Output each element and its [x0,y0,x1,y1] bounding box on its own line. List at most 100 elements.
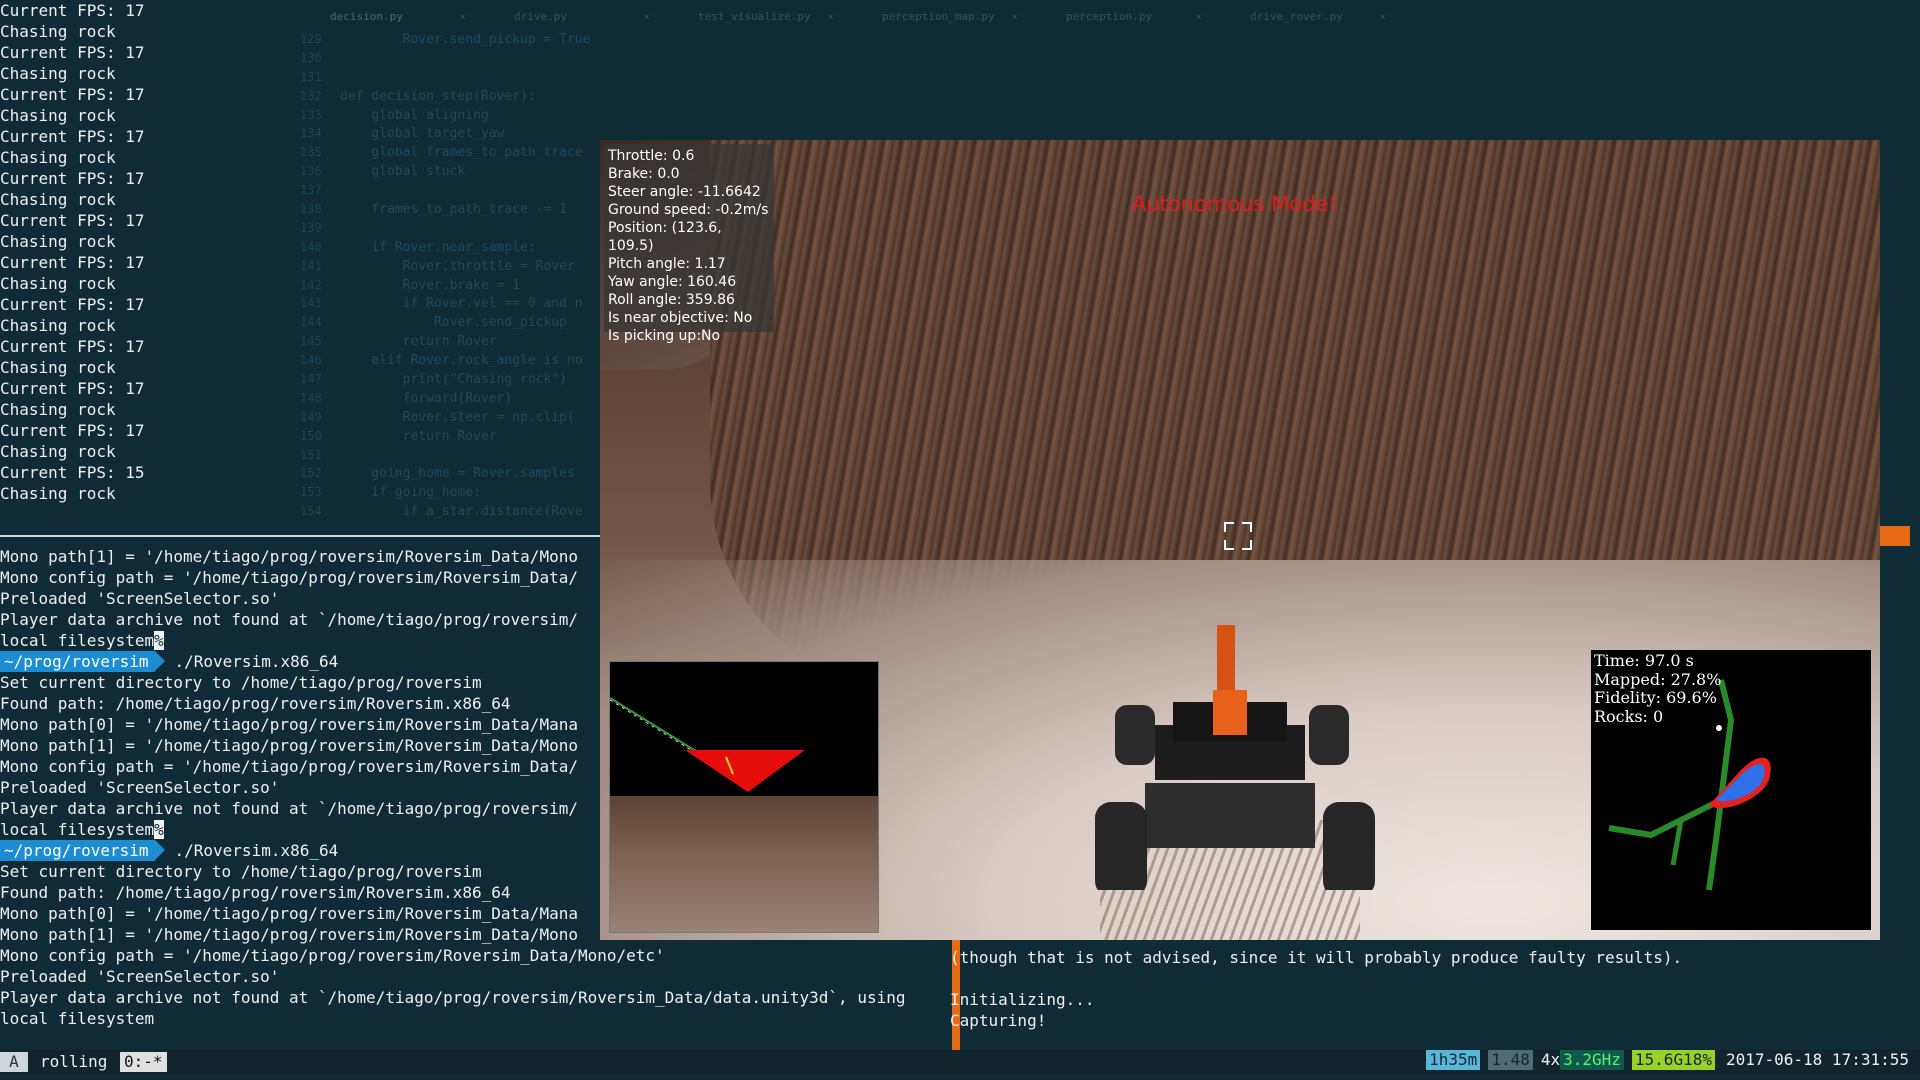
memory-badge: 15.6G18% [1631,1050,1715,1070]
terminal-line: Current FPS: 17 [0,421,145,440]
percent-marker: % [154,631,164,650]
terminal-line: Preloaded 'ScreenSelector.so' [0,967,280,986]
tab-label: perception_map.py [882,10,995,23]
warped-view [609,662,878,796]
uptime-badge: 1h35m [1426,1050,1481,1070]
close-icon[interactable]: × [827,10,834,23]
terminal-line: Current FPS: 17 [0,1,145,20]
map-stats: Time: 97.0 s Mapped: 27.8% Fidelity: 69.… [1594,651,1722,726]
terminal-line: Chasing rock [0,400,116,419]
terminal-line: Chasing rock [0,358,116,377]
terminal-line: Chasing rock [0,232,116,251]
terminal-line: Current FPS: 17 [0,127,145,146]
prompt-command: ./Roversim.x86_64 [174,841,339,860]
wheel-rear-right [1309,705,1349,765]
terminal-line: Current FPS: 17 [0,253,145,272]
terminal-line: Chasing rock [0,64,116,83]
near-objective-readout: Is near objective: No [608,310,753,326]
terminal-line: Chasing rock [0,442,116,461]
terminal-line: Chasing rock [0,22,116,41]
tmux-status-bar: A rolling 0:-* 1h35m 1.48 4x 3.2GHz 15.6… [0,1050,1920,1074]
terminal-top-output[interactable]: Current FPS: 17 Chasing rock Current FPS: … [0,0,600,535]
close-icon[interactable]: × [1195,10,1202,23]
terminal-line: Chasing rock [0,106,116,125]
terminal-line: Capturing! [950,1011,1047,1030]
perception-camera-view [609,661,879,933]
time-stat: Time: 97.0 s [1594,651,1694,670]
terminal-line: Current FPS: 17 [0,169,145,188]
terminal-line: Current FPS: 17 [0,85,145,104]
tab-drive-rover-py[interactable]: drive_rover.py × [1220,8,1404,28]
steer-readout: Steer angle: -11.6642 [608,184,761,200]
cpu-freq-badge: 3.2GHz [1560,1050,1624,1070]
scroll-marker [1880,526,1910,546]
pitch-readout: Pitch angle: 1.17 [608,256,726,272]
tab-test-visualize-py[interactable]: test_visualize.py × [668,8,852,28]
terminal-line: Current FPS: 17 [0,295,145,314]
mapped-stat: Mapped: 27.8% [1594,669,1722,689]
pane-divider[interactable] [0,535,600,537]
fidelity-stat: Fidelity: 69.6% [1594,688,1717,707]
prompt-path: ~/prog/roversim [0,840,155,861]
session-indicator: A [0,1052,28,1072]
prompt-arrow-icon [154,651,165,671]
session-name: rolling [40,1052,108,1071]
terminal-line: Chasing rock [0,274,116,293]
tab-label: drive_rover.py [1250,10,1343,23]
prompt-arrow-icon [154,840,165,860]
terminal-line: Chasing rock [0,316,116,335]
percent-marker: % [154,820,164,839]
terminal-line: Chasing rock [0,190,116,209]
terminal-line: Current FPS: 17 [0,43,145,62]
terminal-line: local filesystem [0,1009,155,1028]
cpu-count: 4x [1540,1050,1561,1069]
terminal-line: Current FPS: 17 [0,211,145,230]
tab-perception-py[interactable]: perception.py × [1036,8,1220,28]
terminal-line: Player data archive not found at `/home/… [0,988,906,1007]
rocks-stat: Rocks: 0 [1594,706,1664,726]
terminal-text: local filesystem [0,820,155,839]
roll-readout: Roll angle: 359.86 [608,292,735,308]
datetime: 2017-06-18 17:31:55 [1725,1050,1909,1069]
terminal-line: (though that is not advised, since it wi… [950,948,1683,967]
crosshair-icon [1224,522,1252,550]
robotic-arm [1217,625,1235,695]
picking-up-readout: Is picking up:No [608,328,721,344]
yaw-readout: Yaw angle: 160.46 [608,274,737,290]
terminal-line: Chasing rock [0,148,116,167]
rover-simulator-window[interactable]: Throttle: 0.6 Brake: 0.0 Steer angle: -1… [600,140,1880,940]
window-tab[interactable]: 0:-* [120,1052,167,1072]
prompt-path: ~/prog/roversim [0,651,155,672]
navigable-terrain-plot [609,697,805,792]
rover-model [1095,625,1375,890]
terminal-right-output[interactable]: (though that is not advised, since it wi… [950,947,1920,1031]
tab-perception-map-py[interactable]: perception_map.py × [852,8,1036,28]
arm-base [1213,690,1247,735]
terminal-line: Current FPS: 17 [0,337,145,356]
brake-readout: Brake: 0.0 [608,166,680,182]
close-icon[interactable]: × [643,10,650,23]
terminal-line: Mono config path = '/home/tiago/prog/rov… [0,946,665,965]
rover-camera-feed [610,796,878,932]
world-map-panel: Time: 97.0 s Mapped: 27.8% Fidelity: 69.… [1591,650,1871,930]
terminal-line: Initializing... [950,990,1095,1009]
autonomous-mode-banner: Autonomous Mode! [1132,192,1337,216]
speed-readout: Ground speed: -0.2m/s [608,202,769,218]
prompt-command: ./Roversim.x86_64 [174,652,339,671]
terminal-line: Current FPS: 15 [0,463,145,482]
close-icon[interactable]: × [1379,10,1386,23]
terminal-line: Chasing rock [0,484,116,503]
tab-label: perception.py [1066,10,1153,23]
terminal-text: local filesystem [0,631,155,650]
close-icon[interactable]: × [1011,10,1018,23]
wheel-front-right [1323,802,1375,890]
status-right: 1h35m 1.48 4x 3.2GHz 15.6G18% 2017-06-18… [1426,1050,1912,1070]
wheel-rear-left [1115,705,1155,765]
position-readout: Position: (123.6, 109.5) [608,220,722,254]
telemetry-panel: Throttle: 0.6 Brake: 0.0 Steer angle: -1… [604,144,774,344]
wheel-front-left [1095,802,1147,890]
terminal-line: Current FPS: 17 [0,379,145,398]
throttle-readout: Throttle: 0.6 [608,148,695,164]
tab-label: test_visualize.py [698,10,811,23]
